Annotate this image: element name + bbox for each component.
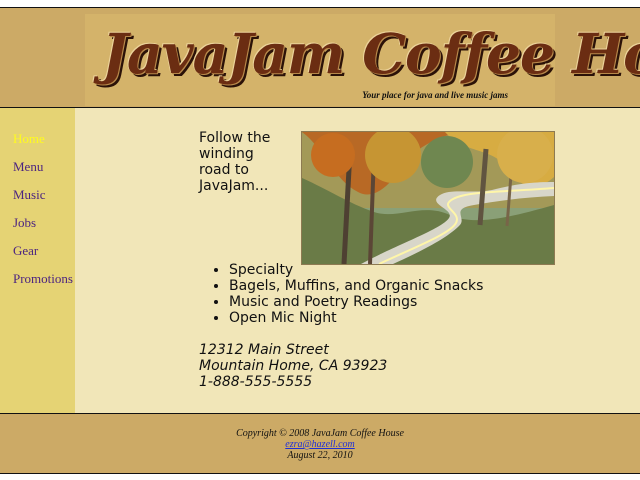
feature-list-item: Open Mic Night <box>229 310 483 326</box>
nav-item-jobs: Jobs <box>13 212 73 240</box>
tagline: Your place for java and live music jams <box>362 90 508 100</box>
city-state-zip: Mountain Home, CA 93923 <box>199 358 388 374</box>
footer-date: August 22, 2010 <box>287 450 353 461</box>
web-page: JavaJam Coffee House Your place for java… <box>0 0 640 480</box>
autumn-tree-left <box>311 133 355 177</box>
feature-list: Specialty Bagels, Muffins, and Organic S… <box>213 262 483 326</box>
nav-link-music[interactable]: Music <box>13 187 46 202</box>
nav-link-gear[interactable]: Gear <box>13 243 38 258</box>
intro-text: Follow the winding road to JavaJam... <box>199 130 271 194</box>
nav-item-home: Home <box>13 128 73 156</box>
site-header: JavaJam Coffee House Your place for java… <box>0 7 640 108</box>
nav-item-music: Music <box>13 184 73 212</box>
main-content: Follow the winding road to JavaJam... • … <box>199 108 619 413</box>
page-content: Home Menu Music Jobs Gear Promotions Fol… <box>0 108 640 413</box>
nav-link-promotions[interactable]: Promotions <box>13 271 73 286</box>
footer-content: Copyright © 2008 JavaJam Coffee House ez… <box>0 428 640 461</box>
nav-item-gear: Gear <box>13 240 73 268</box>
feature-list-item: Music and Poetry Readings <box>229 294 483 310</box>
main-navigation: Home Menu Music Jobs Gear Promotions <box>13 128 73 296</box>
green-tree-center <box>421 136 473 188</box>
nav-item-promotions: Promotions <box>13 268 73 296</box>
nav-link-home[interactable]: Home <box>13 131 45 146</box>
nav-link-jobs[interactable]: Jobs <box>13 215 36 230</box>
business-address: 12312 Main Street Mountain Home, CA 9392… <box>199 342 387 390</box>
feature-list-item: Bagels, Muffins, and Organic Snacks <box>229 278 483 294</box>
footer-email-link[interactable]: ezra@hazell.com <box>285 439 354 450</box>
phone-number: 1-888-555-5555 <box>199 374 313 390</box>
site-footer: Copyright © 2008 JavaJam Coffee House ez… <box>0 413 640 474</box>
site-logo: JavaJam Coffee House <box>102 21 640 86</box>
winding-road-image <box>301 131 555 265</box>
copyright-text: Copyright © 2008 JavaJam Coffee House <box>236 428 404 439</box>
winding-road-image-svg <box>302 132 554 264</box>
sidebar: Home Menu Music Jobs Gear Promotions <box>0 108 75 413</box>
nav-item-menu: Menu <box>13 156 73 184</box>
nav-link-menu[interactable]: Menu <box>13 159 43 174</box>
street-address: 12312 Main Street <box>199 342 329 358</box>
feature-list-item: Specialty <box>229 262 483 278</box>
